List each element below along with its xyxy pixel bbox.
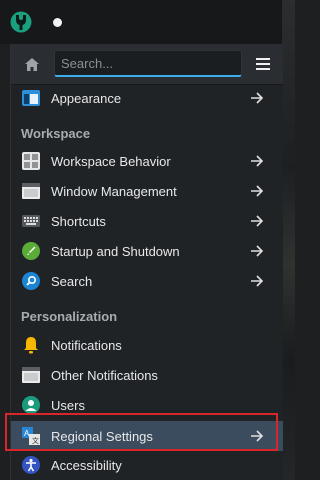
window-status-dot [53,18,62,27]
window-management-icon [21,181,41,201]
sidebar-item-label: Notifications [51,337,122,353]
sidebar-item-window-management[interactable]: Window Management [11,176,283,206]
sidebar-item-label: Workspace Behavior [51,153,171,169]
sidebar-item-other-notifications[interactable]: Other Notifications [11,360,283,390]
section-header-workspace: Workspace [21,126,91,141]
accessibility-icon [21,455,41,475]
sidebar-item-search[interactable]: Search [11,266,283,296]
language-icon: A 文 [21,426,41,446]
arrow-right-icon [250,91,264,105]
other-notifications-icon [21,365,41,385]
arrow-right-icon [250,184,264,198]
desktop-background [282,0,295,480]
arrow-right-icon [250,154,264,168]
sidebar-item-label: Other Notifications [51,367,158,383]
sidebar-item-appearance[interactable]: Appearance [11,83,283,113]
sidebar-item-label: Users [51,397,85,413]
search-icon [21,271,41,291]
sidebar-item-startup-shutdown[interactable]: Startup and Shutdown [11,236,283,266]
sidebar-item-label: Shortcuts [51,213,106,229]
home-icon [25,57,39,71]
rocket-icon [21,241,41,261]
arrow-right-icon [250,429,264,443]
user-icon [21,395,41,415]
settings-sidebar: Appearance Workspace Workspace Behavior [10,44,283,480]
sidebar-item-label: Appearance [51,90,122,106]
bell-icon [21,335,41,355]
title-bar [0,0,282,44]
sidebar-item-regional-settings[interactable]: A 文 Regional Settings [11,421,283,451]
hamburger-menu-button[interactable] [251,52,275,76]
section-header-personalization: Personalization [21,309,118,324]
keyboard-icon [21,211,41,231]
sidebar-item-label: Search [51,273,93,289]
sidebar-item-accessibility[interactable]: Accessibility [11,450,283,480]
sidebar-item-shortcuts[interactable]: Shortcuts [11,206,283,236]
arrow-right-icon [250,274,264,288]
home-button[interactable] [19,52,45,76]
hamburger-menu-icon [256,58,270,70]
system-settings-app-icon [10,10,32,34]
sidebar-item-label: Window Management [51,183,177,199]
sidebar-item-label: Accessibility [51,457,122,473]
arrow-right-icon [250,244,264,258]
workspace-behavior-icon [21,151,41,171]
svg-text:A: A [24,429,30,438]
svg-text:文: 文 [32,436,39,445]
sidebar-item-users[interactable]: Users [11,390,283,420]
arrow-right-icon [250,214,264,228]
sidebar-item-notifications[interactable]: Notifications [11,330,283,360]
search-input[interactable] [54,50,242,77]
appearance-icon [21,88,41,108]
sidebar-item-label: Startup and Shutdown [51,243,180,259]
sidebar-toolbar [11,44,283,85]
sidebar-item-workspace-behavior[interactable]: Workspace Behavior [11,146,283,176]
sidebar-item-label: Regional Settings [51,428,153,444]
